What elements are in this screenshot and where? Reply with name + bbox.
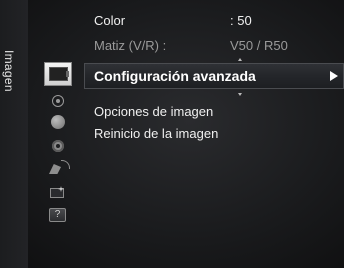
input-menu-icon[interactable]	[49, 160, 70, 176]
tint-label[interactable]: Matiz (V/R) :	[94, 38, 166, 53]
menu-category-title: Imagen	[2, 50, 16, 92]
picture-icon-stand	[66, 71, 69, 77]
picture-menu-icon[interactable]	[44, 62, 72, 86]
channel-menu-icon[interactable]	[51, 115, 65, 129]
application-menu-icon[interactable]	[50, 186, 66, 200]
sound-icon	[56, 99, 60, 103]
submenu-arrow-icon	[330, 71, 338, 81]
scroll-up-indicator	[238, 58, 242, 61]
setup-menu-icon[interactable]	[51, 139, 65, 153]
menu-category-tab: Imagen	[0, 0, 28, 268]
osd-screen: Imagen ? Color : 50 Matiz (V/R) : V50 / …	[0, 0, 344, 268]
tint-value: V50 / R50	[230, 38, 288, 53]
selected-menu-item-label: Configuración avanzada	[94, 68, 256, 84]
channel-icon	[51, 115, 65, 129]
gear-icon-center	[56, 144, 60, 148]
menu-item-picture-reset[interactable]: Reinicio de la imagen	[94, 126, 218, 141]
support-menu-icon[interactable]: ?	[49, 208, 67, 224]
menu-item-picture-options[interactable]: Opciones de imagen	[94, 104, 213, 119]
input-icon-signal	[61, 160, 70, 169]
color-value: : 50	[230, 13, 252, 28]
scroll-down-indicator	[238, 93, 242, 96]
input-icon	[49, 164, 61, 174]
support-icon: ?	[49, 208, 66, 222]
color-label[interactable]: Color	[94, 13, 125, 28]
sound-menu-icon[interactable]	[52, 95, 64, 107]
